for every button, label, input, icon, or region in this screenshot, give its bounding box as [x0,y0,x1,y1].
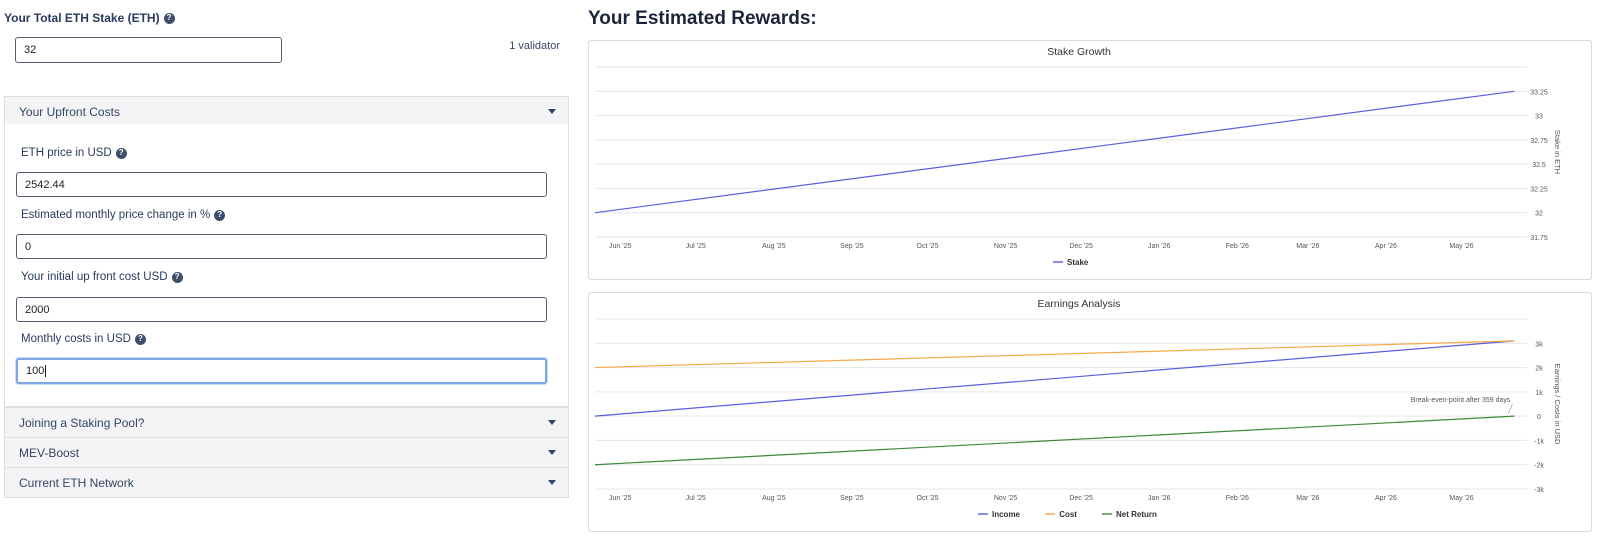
y-tick-label: -2k [1534,463,1544,470]
upfront-costs-section[interactable]: Your Upfront Costs [4,96,569,127]
chevron-down-icon [548,450,556,455]
earnings-analysis-chart: Earnings Analysis -3k -2k -1k 0 1k 2k 3k Jun '25… [588,292,1592,532]
x-tick-label: Nov '25 [994,495,1018,502]
stake-label: Your Total ETH Stake (ETH) ? [4,11,175,25]
help-icon[interactable]: ? [163,12,175,24]
help-icon[interactable]: ? [115,147,127,159]
calculator-panel: Your Total ETH Stake (ETH) ? 32 1 valida… [0,0,572,550]
staking-pool-header: Joining a Staking Pool? [19,415,145,430]
x-tick-label: Mar '26 [1296,243,1319,250]
y-tick-label: 32 [1535,211,1543,218]
y-tick-label: 2k [1535,366,1543,373]
validator-count: 1 validator [509,40,560,52]
y-tick-label: 32.5 [1532,162,1546,169]
help-icon[interactable]: ? [171,271,183,283]
help-icon[interactable]: ? [134,333,146,345]
text-cursor [45,365,47,377]
y-tick-label: -1k [1534,438,1544,445]
stake-label-text: Your Total ETH Stake (ETH) [4,11,160,25]
chart-title: Stake Growth [1047,46,1111,58]
x-tick-label: Jun '25 [609,495,631,502]
x-tick-label: Dec '25 [1069,243,1093,250]
chevron-down-icon [548,109,556,114]
x-tick-label: Sep '25 [840,243,864,250]
legend-item-income: Income [992,510,1021,519]
monthly-change-label-text: Estimated monthly price change in % [21,209,211,221]
upfront-costs-body: ETH price in USD ? 2542.44 Estimated mon… [4,124,569,407]
eth-price-input[interactable]: 2542.44 [16,172,547,197]
y-tick-label: 0 [1537,414,1541,421]
initial-cost-label-text: Your initial up front cost USD [21,271,168,283]
x-tick-label: Jul '25 [686,495,706,502]
eth-network-header: Current ETH Network [19,475,134,490]
x-tick-label: May '26 [1449,495,1473,502]
x-tick-label: Jan '26 [1148,495,1170,502]
y-tick-label: 32.25 [1530,186,1548,193]
x-tick-label: Nov '25 [994,243,1018,250]
x-tick-label: Oct '25 [917,495,939,502]
x-tick-label: Jan '26 [1148,243,1170,250]
monthly-change-value: 0 [25,240,32,253]
y-tick-label: 31.75 [1530,235,1548,242]
annotation-pointer [1508,404,1513,414]
rewards-panel: Your Estimated Rewards: Stake Growth 31.7… [588,0,1600,550]
legend-item-cost: Cost [1059,510,1077,519]
stake-input[interactable]: 32 [15,37,282,63]
y-axis-title: Stake in ETH [1553,130,1562,174]
y-tick-label: -3k [1534,487,1544,494]
y-tick-label: 1k [1535,390,1543,397]
x-tick-label: Oct '25 [917,243,939,250]
help-icon[interactable]: ? [214,209,226,221]
chevron-down-icon [548,420,556,425]
monthly-costs-label-text: Monthly costs in USD [21,333,131,345]
eth-price-value: 2542.44 [25,178,65,191]
series-line-stake [594,90,1515,214]
chart-title: Earnings Analysis [1038,298,1121,310]
monthly-costs-input[interactable]: 100 [16,358,547,384]
y-tick-label: 3k [1535,341,1543,348]
y-axis-title: Earnings / Costs in USD [1553,364,1562,445]
x-tick-label: Apr '26 [1375,495,1397,502]
stake-input-value: 32 [24,44,37,56]
x-tick-label: May '26 [1449,243,1473,250]
y-tick-label: 32.75 [1530,138,1548,145]
monthly-change-input[interactable]: 0 [16,234,547,259]
initial-cost-input[interactable]: 2000 [16,297,547,322]
x-tick-label: Feb '26 [1226,243,1249,250]
monthly-costs-value: 100 [26,365,45,377]
eth-network-section[interactable]: Current ETH Network [4,467,569,498]
x-tick-label: Aug '25 [762,495,786,502]
legend-item-net-return: Net Return [1116,510,1157,519]
x-tick-label: Dec '25 [1069,495,1093,502]
mev-boost-header: MEV-Boost [19,445,80,460]
x-tick-label: Aug '25 [762,243,786,250]
monthly-change-label: Estimated monthly price change in % ? [21,209,226,221]
upfront-costs-header: Your Upfront Costs [19,104,120,119]
x-tick-label: Jun '25 [609,243,631,250]
eth-price-label-text: ETH price in USD [21,147,112,159]
mev-boost-section[interactable]: MEV-Boost [4,437,569,468]
stake-growth-chart: Stake Growth 31.75 32 32.25 32.5 32.75 33 33.25… [588,40,1592,280]
x-tick-label: Mar '26 [1296,495,1319,502]
staking-pool-section[interactable]: Joining a Staking Pool? [4,407,569,438]
x-tick-label: Jul '25 [686,243,706,250]
eth-price-label: ETH price in USD ? [21,147,127,159]
y-tick-label: 33 [1535,114,1543,121]
y-tick-label: 33.25 [1530,89,1548,96]
chevron-down-icon [548,480,556,485]
monthly-costs-label: Monthly costs in USD ? [21,333,146,345]
legend-item-stake: Stake [1067,258,1089,267]
annotation-label: Break-even-point after 359 days [1411,397,1511,404]
x-tick-label: Feb '26 [1226,495,1249,502]
initial-cost-value: 2000 [25,303,50,316]
x-tick-label: Sep '25 [840,495,864,502]
initial-cost-label: Your initial up front cost USD ? [21,271,183,283]
stake-growth-svg: Stake Growth 31.75 32 32.25 32.5 32.75 33 33.25… [594,46,1562,267]
earnings-analysis-svg: Earnings Analysis -3k -2k -1k 0 1k 2k 3k Jun '25… [594,298,1562,519]
x-tick-label: Apr '26 [1375,243,1397,250]
series-line-cost [594,340,1515,369]
rewards-title: Your Estimated Rewards: [588,8,817,29]
series-line-income [594,340,1515,417]
